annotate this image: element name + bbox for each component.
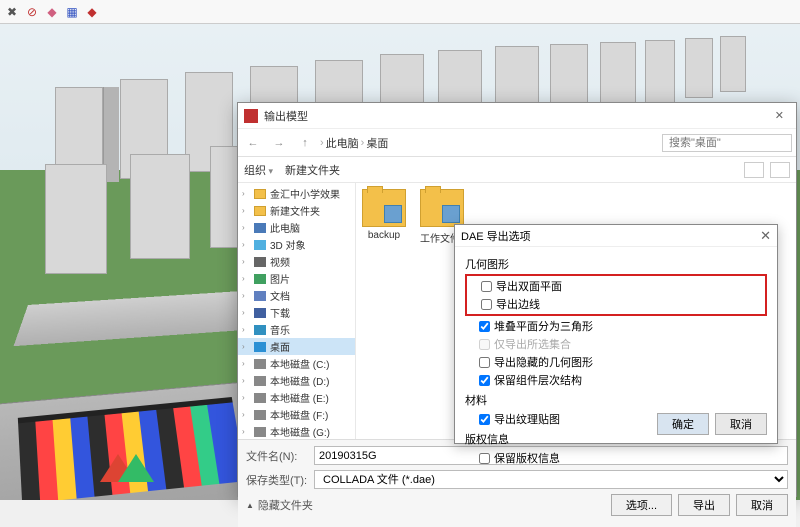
folder-icon	[254, 206, 266, 216]
organize-menu[interactable]: 组织	[244, 162, 273, 178]
video-icon	[254, 257, 266, 267]
tree-item[interactable]: ›本地磁盘 (F:)	[238, 406, 355, 423]
filename-label: 文件名(N):	[246, 448, 308, 464]
opt-edges-checkbox[interactable]	[481, 299, 492, 310]
dae-export-options-dialog: DAE 导出选项 ✕ 几何图形 导出双面平面 导出边线 堆叠平面分为三角形 仅导…	[454, 224, 778, 444]
disk-icon	[254, 359, 266, 369]
opt-credit-checkbox[interactable]	[479, 453, 490, 464]
view-mode-icon[interactable]	[744, 162, 764, 178]
folder-icon	[254, 189, 266, 199]
new-folder-button[interactable]: 新建文件夹	[285, 162, 340, 178]
opt-two-sided-checkbox[interactable]	[481, 281, 492, 292]
options-titlebar[interactable]: DAE 导出选项 ✕	[455, 225, 777, 247]
pc-icon	[254, 223, 266, 233]
deny-icon[interactable]: ⊘	[24, 4, 40, 20]
color-triangles	[100, 454, 160, 494]
cubes-icon[interactable]: ▦	[64, 4, 80, 20]
3d-icon	[254, 240, 266, 250]
forward-icon[interactable]: →	[268, 137, 290, 149]
dialog-titlebar[interactable]: 输出模型 ✕	[238, 103, 796, 129]
tree-item[interactable]: ›本地磁盘 (D:)	[238, 372, 355, 389]
help-icon[interactable]	[770, 162, 790, 178]
search-input[interactable]	[662, 134, 792, 152]
tree-item[interactable]: ›文档	[238, 287, 355, 304]
app-icon	[244, 109, 258, 123]
building	[720, 36, 746, 92]
filetype-label: 保存类型(T):	[246, 472, 308, 488]
opt-selection-checkbox	[479, 339, 490, 350]
file-item[interactable]: backup	[362, 189, 406, 241]
building	[685, 38, 713, 98]
breadcrumb[interactable]: › 此电脑 › 桌面	[320, 135, 388, 151]
tree-item[interactable]: ›视频	[238, 253, 355, 270]
tree-item[interactable]: ›桌面	[238, 338, 355, 355]
wrench-icon[interactable]: ✖	[4, 4, 20, 20]
group-material: 材料	[465, 392, 767, 408]
tree-item[interactable]: ›金汇中小学效果	[238, 185, 355, 202]
tree-item[interactable]: ›3D 对象	[238, 236, 355, 253]
cancel-button[interactable]: 取消	[736, 494, 788, 516]
desk-icon	[254, 342, 266, 352]
options-title: DAE 导出选项	[461, 228, 531, 244]
disk-icon	[254, 410, 266, 420]
tree-item[interactable]: ›图片	[238, 270, 355, 287]
highlighted-options: 导出双面平面 导出边线	[465, 274, 767, 316]
options-button[interactable]: 选项...	[611, 494, 672, 516]
opt-hidden-geom-checkbox[interactable]	[479, 357, 490, 368]
tree-item[interactable]: ›此电脑	[238, 219, 355, 236]
export-button[interactable]: 导出	[678, 494, 730, 516]
ruby-icon[interactable]: ◆	[84, 4, 100, 20]
folder-icon	[420, 189, 464, 227]
tree-item[interactable]: ›下载	[238, 304, 355, 321]
cube-icon[interactable]: ◆	[44, 4, 60, 20]
building	[130, 154, 190, 259]
dl-icon	[254, 308, 266, 318]
tree-item[interactable]: ›新建文件夹	[238, 202, 355, 219]
ok-button[interactable]: 确定	[657, 413, 709, 435]
building	[45, 164, 107, 274]
opt-textures-checkbox[interactable]	[479, 414, 490, 425]
up-icon[interactable]: ↑	[294, 137, 316, 149]
building	[645, 40, 675, 105]
tree-item[interactable]: ›音乐	[238, 321, 355, 338]
close-icon[interactable]: ✕	[769, 109, 790, 122]
main-toolbar: ✖ ⊘ ◆ ▦ ◆	[0, 0, 800, 24]
nav-bar: ← → ↑ › 此电脑 › 桌面	[238, 129, 796, 157]
tree-item[interactable]: ›本地磁盘 (E:)	[238, 389, 355, 406]
back-icon[interactable]: ←	[242, 137, 264, 149]
group-geometry: 几何图形	[465, 256, 767, 272]
disk-icon	[254, 427, 266, 437]
disk-icon	[254, 393, 266, 403]
disk-icon	[254, 376, 266, 386]
toolbar-row: 组织 新建文件夹	[238, 157, 796, 183]
folder-icon	[362, 189, 406, 227]
opt-hierarchy-checkbox[interactable]	[479, 375, 490, 386]
hide-folders-toggle[interactable]: ▲隐藏文件夹	[246, 497, 313, 513]
cancel-button[interactable]: 取消	[715, 413, 767, 435]
doc-icon	[254, 291, 266, 301]
music-icon	[254, 325, 266, 335]
dialog-title: 输出模型	[264, 108, 308, 124]
folder-tree[interactable]: ›金汇中小学效果›新建文件夹›此电脑›3D 对象›视频›图片›文档›下载›音乐›…	[238, 183, 356, 439]
opt-triangulate-checkbox[interactable]	[479, 321, 490, 332]
tree-item[interactable]: ›本地磁盘 (G:)	[238, 423, 355, 439]
img-icon	[254, 274, 266, 284]
close-icon[interactable]: ✕	[760, 228, 771, 244]
tree-item[interactable]: ›本地磁盘 (C:)	[238, 355, 355, 372]
